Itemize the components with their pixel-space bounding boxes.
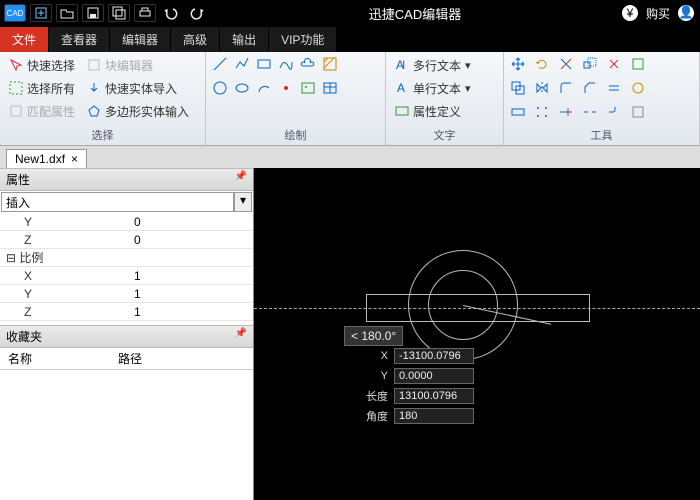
col-name[interactable]: 名称 [0,350,110,367]
tab-advanced[interactable]: 高级 [171,27,219,52]
pin-icon[interactable]: 📌 [235,171,247,188]
tab-file[interactable]: 文件 [0,27,48,52]
point-icon[interactable] [276,78,296,98]
coord-angle[interactable]: 180 [394,408,474,424]
rect-icon[interactable] [254,54,274,74]
block-editor-button[interactable]: 块编辑器 [82,54,194,76]
fillet-icon[interactable] [556,78,576,98]
hatch-icon[interactable] [320,54,340,74]
circle-icon[interactable] [210,78,230,98]
print-icon[interactable] [134,4,156,22]
group-select-label: 选择 [0,127,205,145]
favorites-list[interactable] [0,370,253,500]
arc-icon[interactable] [254,78,274,98]
image-icon[interactable] [298,78,318,98]
col-path[interactable]: 路径 [110,350,142,367]
group-draw-label: 绘制 [206,127,385,145]
currency-icon[interactable]: ¥ [622,5,638,21]
spline-icon[interactable] [276,54,296,74]
buy-link[interactable]: 购买 [646,5,670,22]
tab-output[interactable]: 输出 [220,27,268,52]
rotate-icon[interactable] [532,54,552,74]
stretch-icon[interactable] [508,102,528,122]
favorites-columns: 名称 路径 [0,348,253,370]
copy-icon[interactable] [508,78,528,98]
undo-icon[interactable] [160,4,182,22]
tool-a-icon[interactable] [628,54,648,74]
break-icon[interactable] [580,102,600,122]
explode-icon[interactable] [604,54,624,74]
coord-y[interactable]: 0.0000 [394,368,474,384]
drawing-canvas[interactable]: < 180.0° X-13100.0796 Y0.0000 长度13100.07… [254,168,700,500]
doc-tab-label: New1.dxf [15,152,65,166]
polygon-input-button[interactable]: 多边形实体输入 [82,100,194,122]
move-icon[interactable] [508,54,528,74]
trim-icon[interactable] [556,54,576,74]
properties-header[interactable]: 属性📌 [0,168,253,191]
extend-icon[interactable] [556,102,576,122]
tab-vip[interactable]: VIP功能 [269,27,336,52]
quick-select-button[interactable]: 快速选择 [4,54,80,76]
group-text-label: 文字 [386,127,503,145]
property-grid[interactable]: Y0 Z0 ⊟ 比例 X1 Y1 Z1 [0,213,253,321]
group-tools-label: 工具 [504,127,699,145]
mtext-button[interactable]: AI多行文本 ▾ [390,54,476,76]
polyline-icon[interactable] [232,54,252,74]
app-title: 迅捷CAD编辑器 [208,4,622,23]
array-icon[interactable] [532,102,552,122]
offset-icon[interactable] [604,78,624,98]
draw-tools-grid [210,54,340,125]
close-icon[interactable]: × [71,152,78,166]
open-icon[interactable] [56,4,78,22]
combo-dropdown-icon[interactable]: ▾ [234,192,252,212]
coord-x[interactable]: -13100.0796 [394,348,474,364]
tab-viewer[interactable]: 查看器 [49,27,109,52]
user-icon[interactable]: 👤 [678,5,694,21]
ellipse-icon[interactable] [232,78,252,98]
title-bar: CAD 迅捷CAD编辑器 ¥ 购买 👤 [0,0,700,26]
scale-icon[interactable] [580,54,600,74]
tab-editor[interactable]: 编辑器 [110,27,170,52]
save-icon[interactable] [82,4,104,22]
svg-text:A: A [397,81,405,95]
mirror-icon[interactable] [532,78,552,98]
attrdef-button[interactable]: 属性定义 [390,100,476,122]
join-icon[interactable] [604,102,624,122]
tool-b-icon[interactable] [628,78,648,98]
line-icon[interactable] [210,54,230,74]
coord-length[interactable]: 13100.0796 [394,388,474,404]
redo-icon[interactable] [186,4,208,22]
ribbon: 快速选择 选择所有 匹配属性 块编辑器 快速实体导入 多边形实体输入 选择 [0,52,700,146]
ribbon-tabs: 文件 查看器 编辑器 高级 输出 VIP功能 [0,26,700,52]
angle-tooltip: < 180.0° [344,326,403,346]
stext-button[interactable]: A单行文本 ▾ [390,77,476,99]
doc-tab[interactable]: New1.dxf × [6,149,87,168]
cloud-icon[interactable] [298,54,318,74]
insert-combo[interactable] [1,192,234,212]
chamfer-icon[interactable] [580,78,600,98]
quick-import-button[interactable]: 快速实体导入 [82,77,194,99]
tool-c-icon[interactable] [628,102,648,122]
match-prop-button[interactable]: 匹配属性 [4,100,80,122]
left-panel: 属性📌 ▾ Y0 Z0 ⊟ 比例 X1 Y1 Z1 收藏夹📌 名称 路径 [0,168,254,500]
table-icon[interactable] [320,78,340,98]
select-all-button[interactable]: 选择所有 [4,77,80,99]
new-icon[interactable] [30,4,52,22]
favorites-header[interactable]: 收藏夹📌 [0,325,253,348]
document-tabs: New1.dxf × [0,146,700,168]
saveall-icon[interactable] [108,4,130,22]
svg-text:I: I [402,58,405,72]
app-icon[interactable]: CAD [4,4,26,22]
pin-icon[interactable]: 📌 [235,328,247,345]
coord-readout: X-13100.0796 Y0.0000 长度13100.0796 角度180 [344,346,474,426]
